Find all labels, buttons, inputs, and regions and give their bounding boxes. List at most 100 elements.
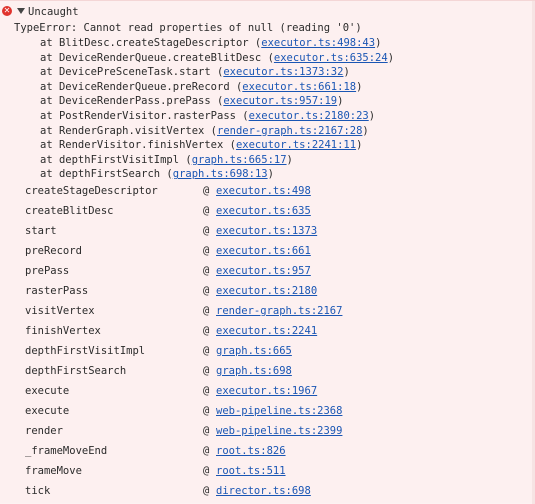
call-stack-row: _frameMoveEnd @ root.ts:826 bbox=[0, 441, 535, 461]
trace-frame-text: at DeviceRenderQueue.createBlitDesc ( bbox=[40, 51, 274, 64]
trace-frame-text: at BlitDesc.createStageDescriptor ( bbox=[40, 37, 262, 49]
function-name: createBlitDesc bbox=[25, 205, 114, 217]
source-location-link[interactable]: graph.ts:665 bbox=[216, 341, 292, 361]
trace-frame-text: at depthFirstVisitImpl ( bbox=[40, 153, 192, 166]
source-location-link[interactable]: executor.ts:635 bbox=[216, 201, 311, 221]
console-error-entry: ✕ Uncaught TypeError: Cannot read proper… bbox=[0, 0, 535, 504]
trace-line: at depthFirstSearch (graph.ts:698:13) bbox=[40, 167, 274, 181]
function-name: visitVertex bbox=[25, 305, 95, 317]
trace-line: at BlitDesc.createStageDescriptor (execu… bbox=[40, 36, 381, 50]
trace-frame-close: ) bbox=[356, 139, 363, 152]
trace-frame-close: ) bbox=[356, 80, 363, 93]
function-name: depthFirstSearch bbox=[25, 365, 127, 377]
call-stack-row: preRecord @ executor.ts:661 bbox=[0, 241, 535, 261]
call-stack-row: tick @ director.ts:698 bbox=[0, 481, 535, 501]
trace-source-link[interactable]: executor.ts:2180:23 bbox=[249, 110, 369, 122]
source-location-link[interactable]: executor.ts:2180 bbox=[216, 281, 317, 301]
trace-source-link[interactable]: executor.ts:661:18 bbox=[242, 81, 356, 93]
call-stack-row: createBlitDesc @ executor.ts:635 bbox=[0, 201, 535, 221]
trace-frame-close: ) bbox=[343, 66, 350, 79]
trace-line: at DeviceRenderQueue.createBlitDesc (exe… bbox=[40, 51, 394, 65]
call-stack-row: depthFirstVisitImpl @ graph.ts:665 bbox=[0, 341, 535, 361]
function-name: tick bbox=[25, 485, 51, 497]
source-location-link[interactable]: web-pipeline.ts:2368 bbox=[216, 401, 342, 421]
function-name: createStageDescriptor bbox=[25, 185, 158, 197]
call-stack-row: start @ executor.ts:1373 bbox=[0, 221, 535, 241]
function-name: rasterPass bbox=[25, 285, 89, 297]
triangle-down-icon[interactable] bbox=[17, 8, 25, 14]
uncaught-label[interactable]: Uncaught bbox=[28, 5, 79, 19]
at-symbol: @ bbox=[203, 445, 210, 457]
source-location-link[interactable]: web-pipeline.ts:2399 bbox=[216, 421, 342, 441]
trace-source-link[interactable]: executor.ts:1373:32 bbox=[223, 66, 343, 78]
function-name: execute bbox=[25, 385, 70, 397]
source-location-link[interactable]: executor.ts:661 bbox=[216, 241, 311, 261]
trace-frame-text: at DeviceRenderQueue.preRecord ( bbox=[40, 80, 243, 93]
source-location-link[interactable]: executor.ts:2241 bbox=[216, 321, 317, 341]
call-stack-row: frameMove @ root.ts:511 bbox=[0, 461, 535, 481]
source-location-link[interactable]: render-graph.ts:2167 bbox=[216, 301, 342, 321]
trace-line: at RenderVisitor.finishVertex (executor.… bbox=[40, 138, 362, 152]
at-symbol: @ bbox=[203, 245, 210, 257]
source-location-link[interactable]: director.ts:698 bbox=[216, 481, 311, 501]
at-symbol: @ bbox=[203, 285, 210, 297]
trace-source-link[interactable]: executor.ts:498:43 bbox=[261, 37, 375, 49]
at-symbol: @ bbox=[203, 305, 210, 317]
trace-source-link[interactable]: executor.ts:2241:11 bbox=[236, 139, 356, 151]
trace-line: at RenderGraph.visitVertex (render-graph… bbox=[40, 124, 369, 138]
trace-line: at PostRenderVisitor.rasterPass (executo… bbox=[40, 109, 375, 123]
function-name: _frameMoveEnd bbox=[25, 445, 108, 457]
source-location-link[interactable]: executor.ts:1967 bbox=[216, 381, 317, 401]
at-symbol: @ bbox=[203, 225, 210, 237]
call-stack-row: createStageDescriptor @ executor.ts:498 bbox=[0, 181, 535, 201]
at-symbol: @ bbox=[203, 465, 210, 477]
trace-frame-text: at RenderVisitor.finishVertex ( bbox=[40, 139, 236, 152]
at-symbol: @ bbox=[203, 405, 210, 417]
at-symbol: @ bbox=[203, 325, 210, 337]
trace-frame-close: ) bbox=[368, 110, 376, 122]
at-symbol: @ bbox=[203, 205, 210, 217]
trace-frame-text: at PostRenderVisitor.rasterPass ( bbox=[40, 110, 249, 122]
trace-source-link[interactable]: executor.ts:957:19 bbox=[223, 95, 337, 107]
trace-frame-text: at RenderGraph.visitVertex ( bbox=[40, 124, 218, 137]
trace-frame-text: at depthFirstSearch ( bbox=[40, 168, 173, 181]
source-location-link[interactable]: graph.ts:698 bbox=[216, 361, 292, 381]
function-name: depthFirstVisitImpl bbox=[25, 345, 146, 357]
trace-frame-close: ) bbox=[362, 124, 369, 137]
function-name: start bbox=[25, 225, 57, 237]
source-location-link[interactable]: root.ts:826 bbox=[216, 441, 286, 461]
trace-source-link[interactable]: render-graph.ts:2167:28 bbox=[217, 125, 362, 137]
source-location-link[interactable]: executor.ts:957 bbox=[216, 261, 311, 281]
trace-source-link[interactable]: graph.ts:698:13 bbox=[173, 168, 268, 180]
trace-line: at DeviceRenderPass.prePass (executor.ts… bbox=[40, 94, 343, 108]
call-stack-row: depthFirstSearch @ graph.ts:698 bbox=[0, 361, 535, 381]
trace-line: at DeviceRenderQueue.preRecord (executor… bbox=[40, 80, 362, 94]
call-stack-row: visitVertex @ render-graph.ts:2167 bbox=[0, 301, 535, 321]
trace-frame-close: ) bbox=[286, 153, 293, 166]
function-name: finishVertex bbox=[25, 325, 101, 337]
at-symbol: @ bbox=[203, 485, 210, 497]
at-symbol: @ bbox=[203, 385, 210, 397]
trace-frame-close: ) bbox=[387, 51, 395, 64]
function-name: execute bbox=[25, 405, 70, 417]
trace-frame-close: ) bbox=[267, 168, 274, 181]
trace-frame-close: ) bbox=[375, 37, 382, 49]
at-symbol: @ bbox=[203, 345, 210, 357]
at-symbol: @ bbox=[203, 425, 210, 437]
call-stack-row: rasterPass @ executor.ts:2180 bbox=[0, 281, 535, 301]
call-stack-row: execute @ executor.ts:1967 bbox=[0, 381, 535, 401]
source-location-link[interactable]: executor.ts:1373 bbox=[216, 221, 317, 241]
function-name: preRecord bbox=[25, 245, 82, 257]
source-location-link[interactable]: root.ts:511 bbox=[216, 461, 286, 481]
at-symbol: @ bbox=[203, 365, 210, 377]
call-stack-row: finishVertex @ executor.ts:2241 bbox=[0, 321, 535, 341]
source-location-link[interactable]: executor.ts:498 bbox=[216, 181, 311, 201]
trace-source-link[interactable]: executor.ts:635:24 bbox=[274, 52, 388, 64]
error-message: TypeError: Cannot read properties of nul… bbox=[14, 22, 362, 34]
function-name: frameMove bbox=[25, 465, 82, 477]
trace-source-link[interactable]: graph.ts:665:17 bbox=[192, 154, 287, 166]
trace-frame-text: at DeviceRenderPass.prePass ( bbox=[40, 95, 224, 108]
call-stack-row: render @ web-pipeline.ts:2399 bbox=[0, 421, 535, 441]
x-circle-icon: ✕ bbox=[2, 6, 12, 16]
function-name: render bbox=[25, 425, 63, 437]
